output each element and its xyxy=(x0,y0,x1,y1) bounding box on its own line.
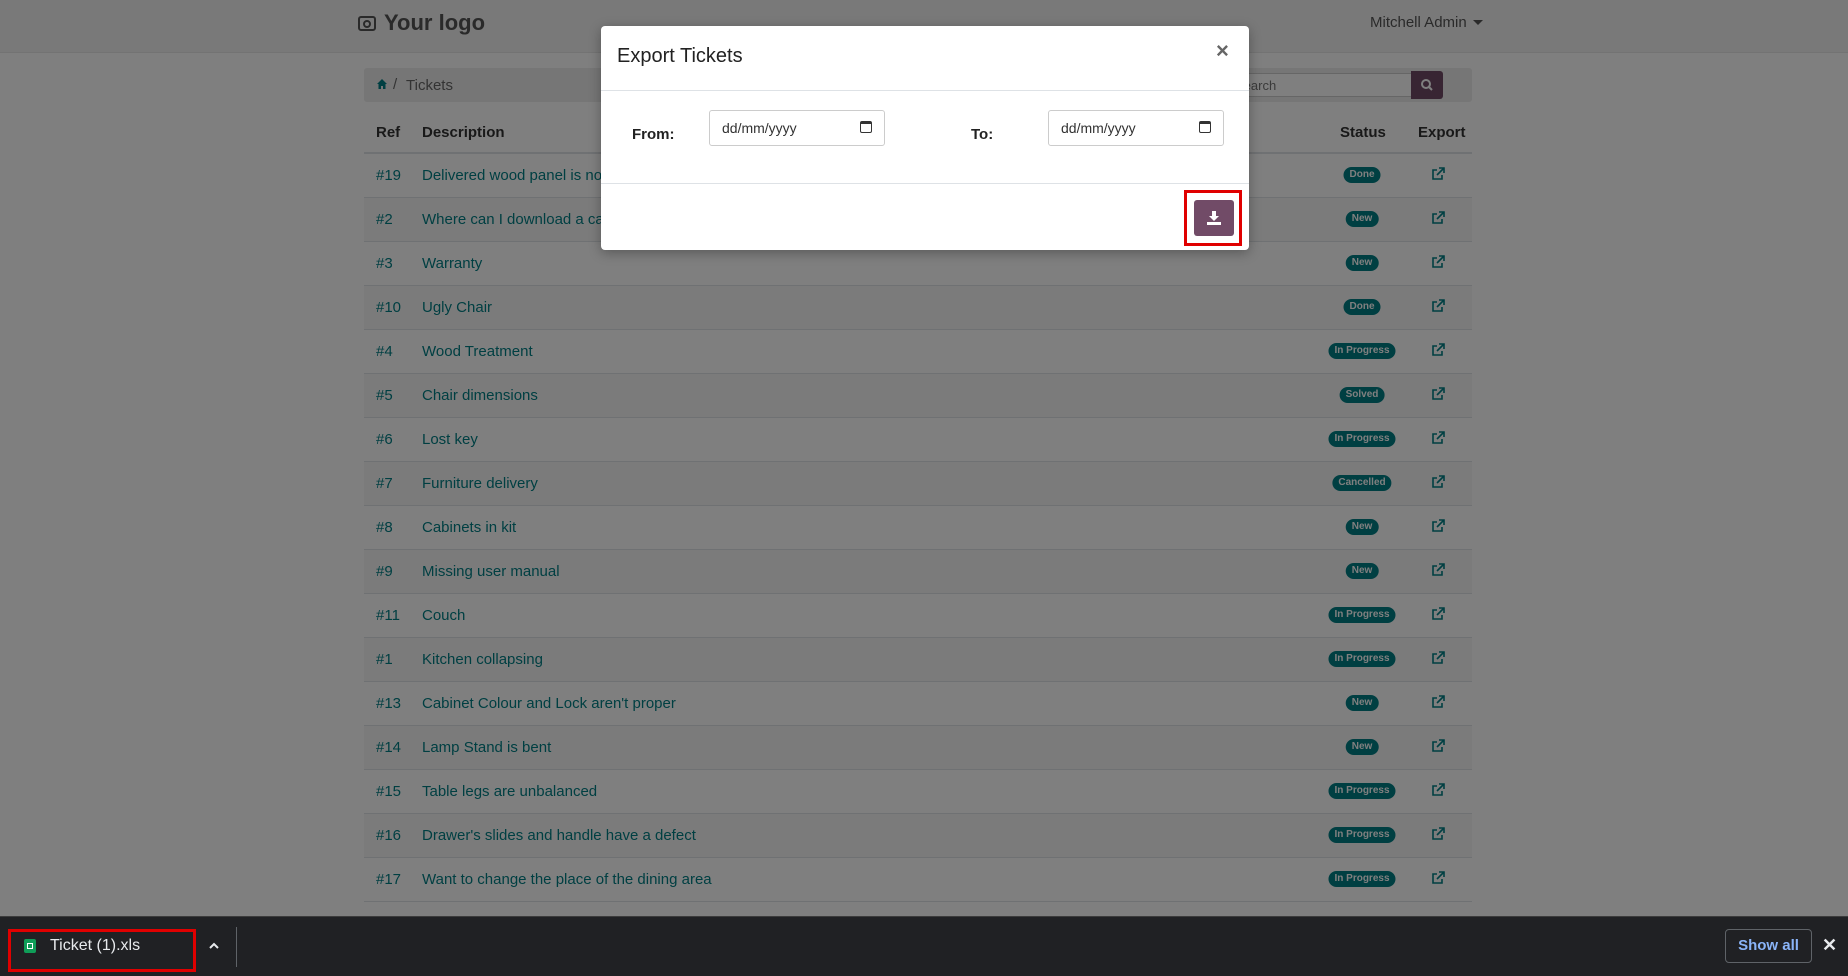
show-all-button[interactable]: Show all xyxy=(1725,929,1812,963)
highlight-box-file xyxy=(8,929,196,972)
close-shelf-icon[interactable]: ✕ xyxy=(1822,935,1837,956)
to-date-input[interactable]: dd/mm/yyyy xyxy=(1048,110,1224,146)
to-label: To: xyxy=(971,126,994,143)
modal-header: Export Tickets × xyxy=(601,26,1249,91)
modal-footer xyxy=(601,184,1249,250)
export-tickets-modal: Export Tickets × From: dd/mm/yyyy To: dd… xyxy=(601,26,1249,250)
modal-body: From: dd/mm/yyyy To: dd/mm/yyyy xyxy=(601,91,1249,184)
to-date-value: dd/mm/yyyy xyxy=(1061,120,1136,136)
highlight-box-download xyxy=(1184,190,1242,246)
from-date-value: dd/mm/yyyy xyxy=(722,120,797,136)
from-date-input[interactable]: dd/mm/yyyy xyxy=(709,110,885,146)
download-shelf: Ticket (1).xls Show all ✕ xyxy=(0,916,1848,976)
shelf-divider xyxy=(236,927,237,967)
close-icon[interactable]: × xyxy=(1216,40,1229,62)
from-label: From: xyxy=(632,126,675,143)
calendar-icon[interactable] xyxy=(860,121,872,133)
chevron-up-icon[interactable] xyxy=(207,939,221,953)
modal-title: Export Tickets xyxy=(617,45,743,67)
calendar-icon[interactable] xyxy=(1199,121,1211,133)
